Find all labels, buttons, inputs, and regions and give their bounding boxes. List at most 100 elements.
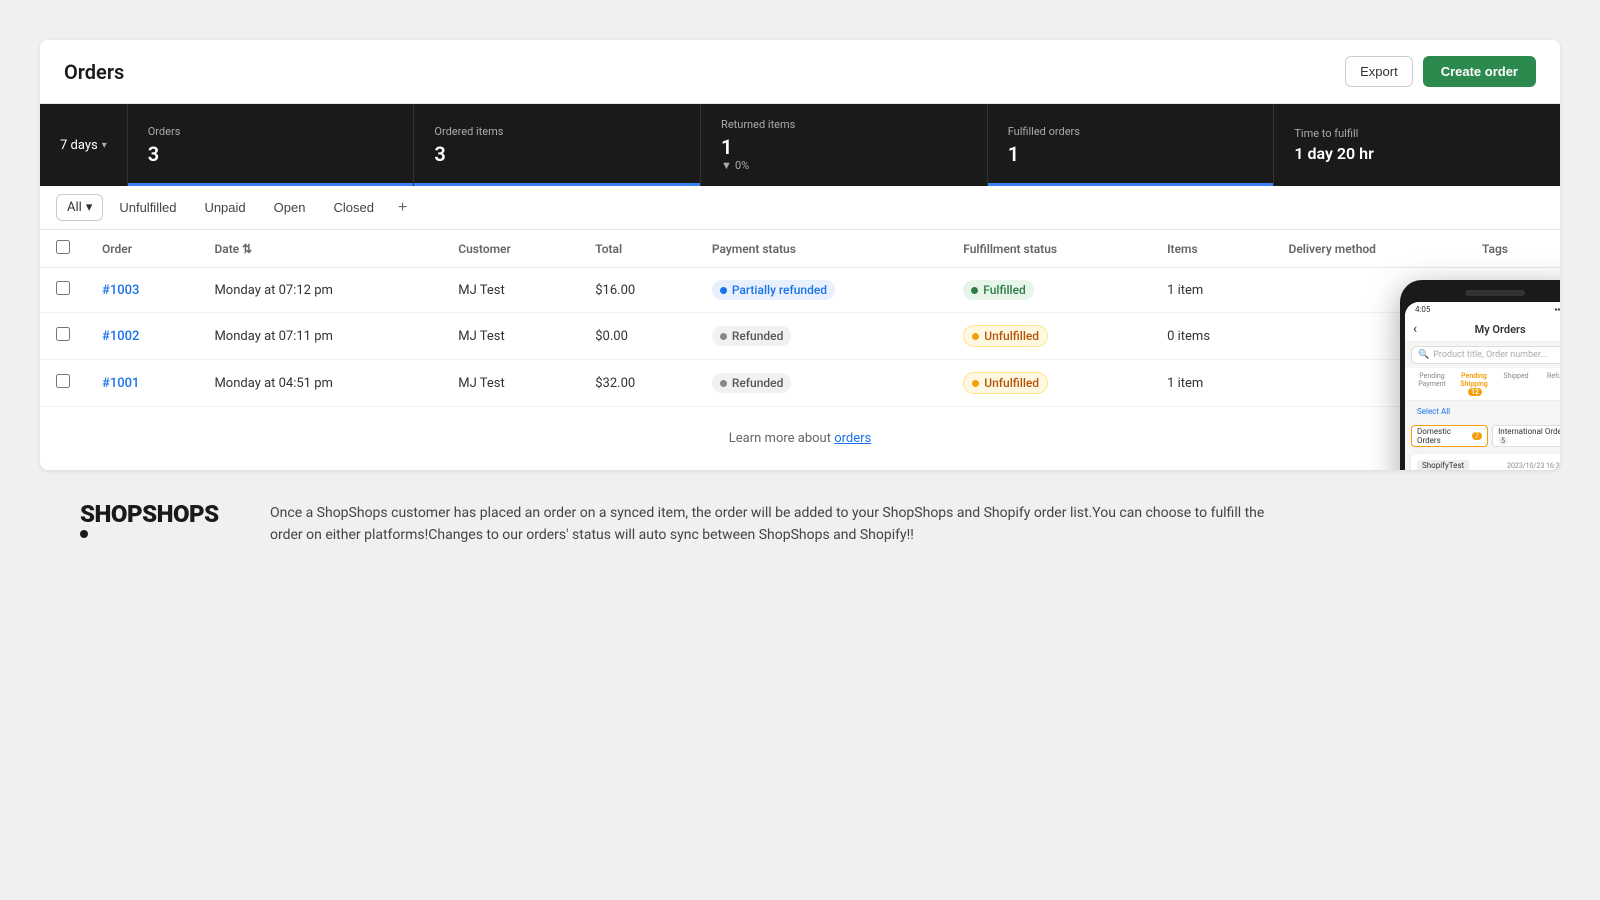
phone-time: 4:05: [1415, 305, 1430, 314]
row-order-id[interactable]: #1002: [86, 313, 198, 360]
col-checkbox: [40, 230, 86, 268]
col-delivery: Delivery method: [1273, 230, 1466, 268]
stat-ordered-items: Ordered items 3: [414, 104, 701, 186]
table-row: #1002 Monday at 07:11 pm MJ Test $0.00 R…: [40, 313, 1560, 360]
poc-header: ShopifyTest 2023/10/23 16:30:00: [1417, 460, 1560, 470]
stat-time-label: Time to fulfill: [1294, 127, 1540, 140]
filter-shipped[interactable]: Shipped: [1495, 372, 1537, 396]
learn-more-text: Learn more about: [729, 431, 834, 446]
tab-unfulfilled[interactable]: Unfulfilled: [107, 195, 188, 220]
stat-fulfilled-orders: Fulfilled orders 1: [988, 104, 1275, 186]
tab-unpaid[interactable]: Unpaid: [192, 195, 257, 220]
row-checkbox-cell[interactable]: [40, 360, 86, 407]
down-arrow-icon: ▼: [721, 159, 732, 172]
col-payment-status: Payment status: [696, 230, 947, 268]
sort-icon: ⇅: [242, 242, 252, 256]
orders-table: Order Date ⇅ Customer Total Payment stat…: [40, 230, 1560, 407]
stat-time-value: 1 day 20 hr: [1294, 144, 1540, 163]
row-order-id[interactable]: #1003: [86, 268, 198, 313]
stats-period-label: 7 days: [60, 138, 98, 153]
row-payment-status: Partially refunded: [696, 268, 947, 313]
description-text: Once a ShopShops customer has placed an …: [270, 502, 1270, 547]
domestic-count-badge: 7: [1472, 432, 1482, 440]
phone-order-card[interactable]: ShopifyTest 2023/10/23 16:30:00 22023106…: [1411, 454, 1560, 470]
phone-notch: [1465, 290, 1525, 296]
row-checkbox[interactable]: [56, 281, 70, 295]
logo-dot: [80, 530, 88, 538]
international-count-badge: 5: [1498, 437, 1508, 445]
col-tags: Tags: [1466, 230, 1560, 268]
page-wrapper: Orders Export Create order 7 days ▾ Orde…: [0, 0, 1600, 900]
stat-orders-label: Orders: [148, 125, 394, 138]
filter-pending-shipping[interactable]: Pending Shipping 12: [1453, 372, 1495, 396]
header-actions: Export Create order: [1345, 56, 1536, 87]
stat-bar-indicator: [128, 183, 414, 186]
create-order-button[interactable]: Create order: [1423, 56, 1536, 87]
select-all-checkbox[interactable]: [56, 240, 70, 254]
export-button[interactable]: Export: [1345, 56, 1413, 87]
stat-orders-value: 3: [148, 142, 394, 166]
stat-orders: Orders 3: [128, 104, 415, 186]
tab-all[interactable]: All ▾: [56, 194, 103, 221]
stat-returned-value: 1: [721, 135, 967, 159]
stat-bar-indicator-2: [414, 183, 700, 186]
row-checkbox-cell[interactable]: [40, 268, 86, 313]
tab-closed[interactable]: Closed: [321, 195, 385, 220]
phone-signal-icons: ▪▪▪ 🔋: [1555, 305, 1560, 314]
page-title: Orders: [64, 60, 124, 84]
row-order-id[interactable]: #1001: [86, 360, 198, 407]
phone-orders-tabs: Select All ⊞ ≡: [1405, 401, 1560, 422]
col-order: Order: [86, 230, 198, 268]
filter-refund[interactable]: Refund: [1537, 372, 1560, 396]
add-tab-button[interactable]: +: [390, 195, 415, 221]
table-row: #1003 Monday at 07:12 pm MJ Test $16.00 …: [40, 268, 1560, 313]
col-items: Items: [1151, 230, 1272, 268]
phone-nav: ‹ My Orders: [1405, 317, 1560, 342]
row-payment-status: Refunded: [696, 313, 947, 360]
international-orders-tab[interactable]: International Orders 5: [1492, 425, 1560, 447]
phone-status-bar: 4:05 ▪▪▪ 🔋: [1405, 302, 1560, 317]
phone-filter-row: Pending Payment Pending Shipping 12 Ship…: [1405, 368, 1560, 401]
stat-bar-indicator-3: [988, 183, 1274, 186]
orders-header: Orders Export Create order: [40, 40, 1560, 104]
stat-fulfilled-label: Fulfilled orders: [1008, 125, 1254, 138]
stat-returned-items: Returned items 1 ▼ 0%: [701, 104, 988, 186]
table-container: Order Date ⇅ Customer Total Payment stat…: [40, 230, 1560, 407]
orders-link[interactable]: orders: [834, 431, 871, 446]
phone-back-button[interactable]: ‹: [1413, 321, 1417, 337]
bottom-section: SHOPSHOPS Once a ShopShops customer has …: [40, 470, 1560, 579]
phone-search[interactable]: 🔍 Product title, Order number...: [1411, 346, 1560, 364]
row-payment-status: Refunded: [696, 360, 947, 407]
stats-period-selector[interactable]: 7 days ▾: [40, 104, 128, 186]
stat-returned-sub: ▼ 0%: [721, 159, 967, 172]
row-checkbox[interactable]: [56, 374, 70, 388]
tabs-row: All ▾ Unfulfilled Unpaid Open Closed +: [40, 186, 1560, 230]
chevron-down-icon-tab: ▾: [86, 200, 93, 215]
row-date: Monday at 04:51 pm: [198, 360, 442, 407]
stat-returned-label: Returned items: [721, 118, 967, 131]
phone-domestic-tabs: Domestic Orders 7 International Orders 5: [1405, 422, 1560, 450]
filter-pending-payment[interactable]: Pending Payment: [1411, 372, 1453, 396]
row-checkbox[interactable]: [56, 327, 70, 341]
row-checkbox-cell[interactable]: [40, 313, 86, 360]
row-total: $32.00: [579, 360, 696, 407]
poc-store: ShopifyTest: [1417, 460, 1469, 470]
phone-screen-title: My Orders: [1423, 323, 1560, 336]
domestic-orders-tab[interactable]: Domestic Orders 7: [1411, 425, 1488, 447]
poc-date: 2023/10/23 16:30:00: [1507, 462, 1560, 470]
row-items: 1 item: [1151, 360, 1272, 407]
row-date: Monday at 07:12 pm: [198, 268, 442, 313]
tab-open[interactable]: Open: [262, 195, 318, 220]
stat-fulfilled-value: 1: [1008, 142, 1254, 166]
row-fulfillment-status: Unfulfilled: [947, 313, 1151, 360]
main-card: Orders Export Create order 7 days ▾ Orde…: [40, 40, 1560, 470]
stats-bar: 7 days ▾ Orders 3 Ordered items 3 Return…: [40, 104, 1560, 186]
row-customer: MJ Test: [442, 360, 579, 407]
phone-mockup: 4:05 ▪▪▪ 🔋 ‹ My Orders 🔍 Product title, …: [1400, 280, 1560, 470]
row-items: 1 item: [1151, 268, 1272, 313]
phone-select-all[interactable]: Select All: [1411, 405, 1456, 418]
chevron-down-icon: ▾: [102, 140, 107, 151]
shopshops-logo: SHOPSHOPS: [80, 502, 240, 538]
row-items: 0 items: [1151, 313, 1272, 360]
stat-time-to-fulfill: Time to fulfill 1 day 20 hr: [1274, 104, 1560, 186]
